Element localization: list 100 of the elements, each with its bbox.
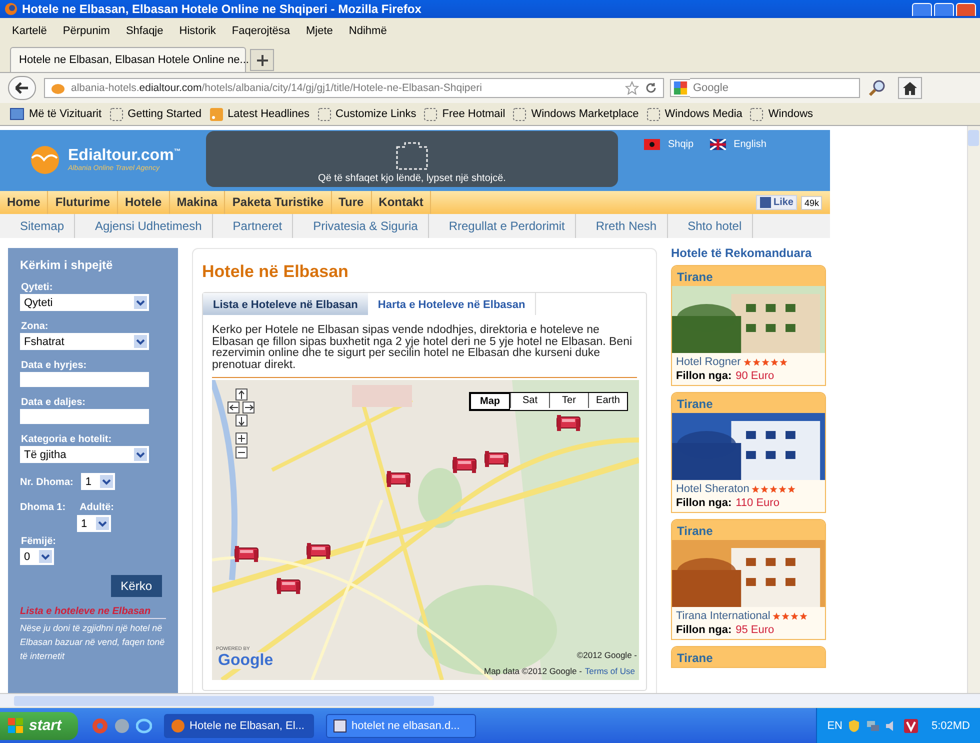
map-type-button[interactable]: Map xyxy=(470,393,510,410)
bookmark-link[interactable]: Latest Headlines xyxy=(210,108,310,120)
hotel-card[interactable]: Tirane Hotel Rogner Fillon nga: 90 Euro xyxy=(671,265,826,386)
menu-item[interactable]: Kartelë xyxy=(12,25,47,37)
url-text: albania-hotels.edialtour.com/hotels/albania/city/14/gj/gj1/title/Hotele-ne-Elbasan-Shqiperi xyxy=(71,82,483,94)
clock: 5:02MD xyxy=(931,720,970,732)
page-icon xyxy=(513,108,526,120)
vertical-scrollbar[interactable] xyxy=(967,126,980,693)
menu-item[interactable]: Ndihmë xyxy=(348,25,387,37)
hotel-name[interactable]: Tirana International xyxy=(676,610,770,622)
copyright-text: ©2012 Google - xyxy=(576,650,637,660)
bookmark-link[interactable]: Getting Started xyxy=(110,108,202,120)
flag-icon xyxy=(644,139,660,150)
date-input[interactable] xyxy=(20,372,149,387)
bookmark-link[interactable]: Free Hotmail xyxy=(424,108,506,120)
menu-item[interactable]: Shfaqje xyxy=(126,25,164,37)
nav-link[interactable]: Rregullat e Perdorimit xyxy=(428,214,576,238)
hotel-name[interactable]: Hotel Sheraton xyxy=(676,483,750,495)
field-label: Kategoria e hotelit: xyxy=(21,434,112,445)
page-icon xyxy=(110,108,123,120)
reload-icon[interactable] xyxy=(645,82,657,94)
close-button[interactable] xyxy=(956,2,976,16)
nav-link[interactable]: Privatesia & Siguria xyxy=(293,214,429,238)
star-icon xyxy=(790,612,800,620)
bed-icon[interactable] xyxy=(484,450,510,468)
bed-icon[interactable] xyxy=(276,577,302,595)
dropdown[interactable]: Fshatrat xyxy=(20,333,149,350)
like-button[interactable]: Like xyxy=(756,195,798,210)
star-icon xyxy=(781,612,790,620)
plugin-placeholder[interactable]: Që të shfaqet kjo lëndë, lypset një shtojcë. xyxy=(206,131,618,187)
caret-icon xyxy=(96,517,109,530)
caret-icon xyxy=(39,550,52,563)
hotel-card[interactable]: Tirane Hotel Sheraton Fillon nga: 110 Euro xyxy=(671,392,826,513)
hotel-name[interactable]: Hotel Rogner xyxy=(676,356,741,368)
card-header: Tirane xyxy=(672,393,825,413)
terms-link[interactable]: Terms of Use xyxy=(584,666,635,676)
address-field[interactable]: albania-hotels.edialtour.com/hotels/albania/city/14/gj/gj1/title/Hotele-ne-Elbasan-Shqiperi xyxy=(44,78,664,98)
star-icon xyxy=(787,484,796,494)
field-label: Data e daljes: xyxy=(21,397,86,408)
star-icon[interactable] xyxy=(625,81,639,95)
bed-icon[interactable] xyxy=(386,470,412,488)
nav-link[interactable]: Shto hotel xyxy=(668,214,753,238)
bookmark-link[interactable]: Windows xyxy=(750,108,814,120)
tab-title: Hotele ne Elbasan, Elbasan Hotele Online ne... xyxy=(19,54,249,66)
bed-icon[interactable] xyxy=(556,414,582,432)
plugin-icon xyxy=(395,141,429,171)
maximize-button[interactable] xyxy=(934,2,954,16)
nav-link[interactable]: Sitemap xyxy=(0,214,76,238)
dropdown[interactable]: 1 xyxy=(81,473,116,490)
page-heading: Hotele në Elbasan xyxy=(202,262,350,282)
search-button[interactable]: Kërko xyxy=(110,575,162,597)
antivirus-icon[interactable] xyxy=(904,718,918,732)
menu-item[interactable]: Përpunim xyxy=(62,25,110,37)
bookmark-link[interactable]: Customize Links xyxy=(318,108,416,120)
plugin-notice: Që të shfaqet kjo lëndë, lypset një shtojcë. xyxy=(318,173,506,185)
map-type-button[interactable]: Earth xyxy=(588,393,627,408)
map-data-text: Map data ©2012 Google - xyxy=(484,666,582,676)
price: 110 Euro xyxy=(736,497,780,509)
dropdown[interactable]: 1 xyxy=(77,515,111,532)
google-logo[interactable]: Google xyxy=(216,652,276,669)
minimize-button[interactable] xyxy=(912,2,932,16)
nav-link[interactable]: Partneret xyxy=(212,214,294,238)
bed-icon[interactable] xyxy=(306,542,332,560)
menu-item[interactable]: Mjete xyxy=(306,25,333,37)
dropdown[interactable]: 0 xyxy=(20,548,54,565)
bookmark-link[interactable]: Windows Marketplace xyxy=(513,108,639,120)
menu-item[interactable]: Faqerojtësa xyxy=(232,25,290,37)
like-count: 49k xyxy=(801,196,822,210)
dropdown[interactable]: Qyteti xyxy=(20,294,149,311)
nav-link[interactable]: Agjensi Udhetimesh xyxy=(75,214,213,238)
description-text: Kerko per Hotele ne Elbasan sipas vende ndodhjes, direktoria e hoteleve ne Elbasan qe fillon sipas buxhetit nga 2 yje hotel deri ne 5 yje hotel ne Elbasan. Beni rezervimin online dhe te sigurt per secilin hotel ne Elbasan dhe kurseni duke prenotuar direkt. xyxy=(212,325,634,371)
star-icon xyxy=(751,484,760,494)
page-icon xyxy=(424,108,438,120)
map-type-button[interactable]: Sat xyxy=(510,393,549,408)
menu-item[interactable]: Historik xyxy=(179,25,216,37)
bed-icon[interactable] xyxy=(452,456,478,474)
hotel-card[interactable]: Tirane xyxy=(671,646,826,668)
hotel-card[interactable]: Tirane Tirana International Fillon nga: 95 Euro xyxy=(671,519,826,640)
date-input[interactable] xyxy=(20,409,149,424)
search-icon[interactable] xyxy=(868,79,886,97)
section-heading: Hotele të Rekomanduara xyxy=(671,246,813,260)
taskbar-button[interactable]: Hotele ne Elbasan, El... xyxy=(164,714,314,738)
internet-explorer-icon[interactable] xyxy=(136,718,152,734)
bookmark-link[interactable]: Më të Vizituarit xyxy=(10,108,102,120)
taskbar-button[interactable]: hotelet ne elbasan.d... xyxy=(326,714,476,738)
bed-icon[interactable] xyxy=(234,545,260,563)
new-tab-button[interactable] xyxy=(250,49,274,71)
horizontal-scrollbar[interactable] xyxy=(0,693,980,707)
browser-tab[interactable]: Hotele ne Elbasan, Elbasan Hotele Online ne... xyxy=(10,47,246,72)
star-icon xyxy=(742,358,752,366)
plus-icon xyxy=(256,54,268,66)
dropdown[interactable]: Të gjitha xyxy=(20,446,149,463)
home-button[interactable] xyxy=(898,77,922,99)
nav-link[interactable]: Rreth Nesh xyxy=(576,214,668,238)
bookmark-link[interactable]: Windows Media xyxy=(646,108,742,120)
tab[interactable]: Lista e Hoteleve në Elbasan xyxy=(203,293,368,315)
card-header: Tirane xyxy=(672,266,825,286)
map-type-button[interactable]: Ter xyxy=(549,393,588,408)
back-button[interactable] xyxy=(8,76,36,100)
price-label: Fillon nga: xyxy=(676,370,732,382)
